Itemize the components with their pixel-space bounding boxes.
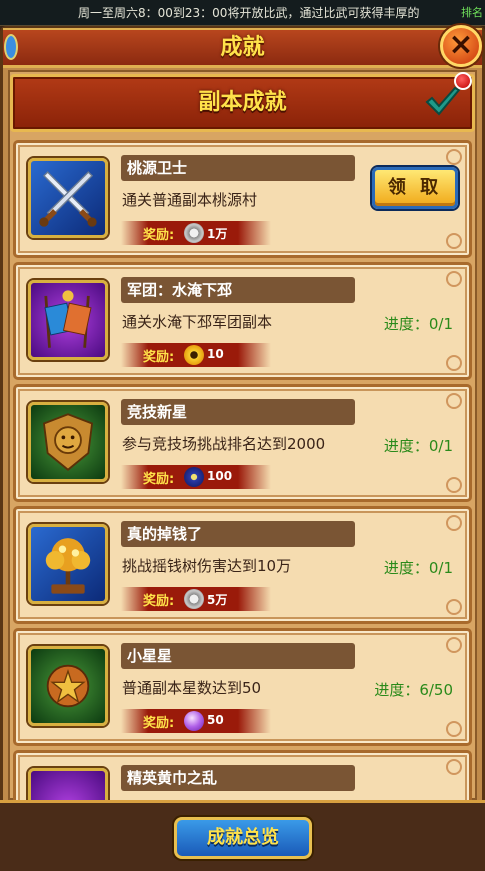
- achievement-desc: 通关普通副本桃源村: [122, 191, 258, 209]
- achievement-overview-button[interactable]: 成就总览: [174, 817, 312, 859]
- corner-ornament: [446, 355, 462, 371]
- achievement-desc: 挑战摇钱树伤害达到10万: [122, 557, 292, 575]
- reward-label: 奖励:: [143, 716, 175, 731]
- achievement-name: 精英黄巾之乱: [121, 765, 355, 791]
- corner-ornament: [446, 515, 462, 531]
- notification-dot: [454, 72, 472, 90]
- reward-label: 奖励:: [143, 472, 175, 487]
- gold-coin-icon: [184, 345, 204, 365]
- corner-ornament: [446, 393, 462, 409]
- marquee-tail: 排名: [461, 6, 483, 19]
- yellow-turban-icon: [28, 768, 108, 800]
- corner-ornament: [446, 477, 462, 493]
- corner-ornament: [446, 271, 462, 287]
- arena-token-icon: [184, 467, 204, 487]
- achievement-name: 桃源卫士: [121, 155, 355, 181]
- corner-ornament: [446, 721, 462, 737]
- announcement-marquee: 周一至周六8：00到23：00将开放比武，通过比武可获得丰厚的 排名: [0, 0, 485, 26]
- page-title: 成就: [220, 35, 265, 60]
- silver-coin-icon: [184, 223, 204, 243]
- achievement-name: 真的掉钱了: [121, 521, 355, 547]
- purple-orb-icon: [184, 711, 204, 731]
- reward-label: 奖励:: [143, 228, 175, 243]
- star-emblem-icon: [28, 646, 108, 726]
- achievement-card: 小星星 普通副本星数达到50 进度：6/50 奖励: 50: [13, 628, 472, 746]
- achievement-name: 小星星: [121, 643, 355, 669]
- progress-text: 进度：0/1: [383, 559, 453, 577]
- lion-shield-icon: [28, 402, 108, 482]
- corner-ornament: [446, 759, 462, 775]
- reward-amount: 100: [207, 469, 233, 483]
- reward-strip: 奖励: 10: [121, 343, 271, 367]
- achievement-card: 精英黄巾之乱: [13, 750, 472, 800]
- section-title: 副本成就: [198, 90, 287, 115]
- reward-label: 奖励:: [143, 594, 175, 609]
- reward-amount: 5万: [207, 593, 228, 607]
- close-button[interactable]: ×: [440, 25, 482, 67]
- marquee-text: 周一至周六8：00到23：00将开放比武，通过比武可获得丰厚的: [78, 6, 420, 20]
- progress-text: 进度：0/1: [383, 437, 453, 455]
- reward-strip: 奖励: 100: [121, 465, 271, 489]
- corner-ornament: [446, 149, 462, 165]
- achievement-desc: 普通副本星数达到50: [122, 679, 262, 697]
- achievement-name: 竞技新星: [121, 399, 355, 425]
- flags-icon: [28, 280, 108, 360]
- achievement-card: 真的掉钱了 挑战摇钱树伤害达到10万 进度：0/1 奖励: 5万: [13, 506, 472, 624]
- silver-coin-icon: [184, 589, 204, 609]
- achievement-desc: 参与竞技场挑战排名达到2000: [122, 435, 326, 453]
- claim-button[interactable]: 领 取: [372, 167, 458, 209]
- corner-ornament: [446, 599, 462, 615]
- reward-strip: 奖励: 50: [121, 709, 271, 733]
- reward-strip: 奖励: 1万: [121, 221, 271, 245]
- reward-amount: 10: [207, 347, 224, 361]
- reward-strip: 奖励: 5万: [121, 587, 271, 611]
- corner-ornament: [446, 637, 462, 653]
- reward-amount: 50: [207, 713, 224, 727]
- crossed-swords-icon: [28, 158, 108, 238]
- money-tree-icon: [28, 524, 108, 604]
- achievement-card: 军团：水淹下邳 通关水淹下邳军团副本 进度：0/1 奖励: 10: [13, 262, 472, 380]
- progress-text: 进度：6/50: [374, 681, 453, 699]
- achievement-name: 军团：水淹下邳: [121, 277, 355, 303]
- reward-amount: 1万: [207, 227, 228, 241]
- corner-ornament: [446, 233, 462, 249]
- achievement-card: 桃源卫士 通关普通副本桃源村 奖励: 1万 领 取: [13, 140, 472, 258]
- achievement-card: 竞技新星 参与竞技场挑战排名达到2000 进度：0/1 奖励: 100: [13, 384, 472, 502]
- reward-label: 奖励:: [143, 350, 175, 365]
- progress-text: 进度：0/1: [383, 315, 453, 333]
- achievement-list[interactable]: 桃源卫士 通关普通副本桃源村 奖励: 1万 领 取 军团：水淹下邳 通关水淹下邳…: [10, 136, 475, 800]
- achievement-desc: 通关水淹下邳军团副本: [122, 313, 273, 331]
